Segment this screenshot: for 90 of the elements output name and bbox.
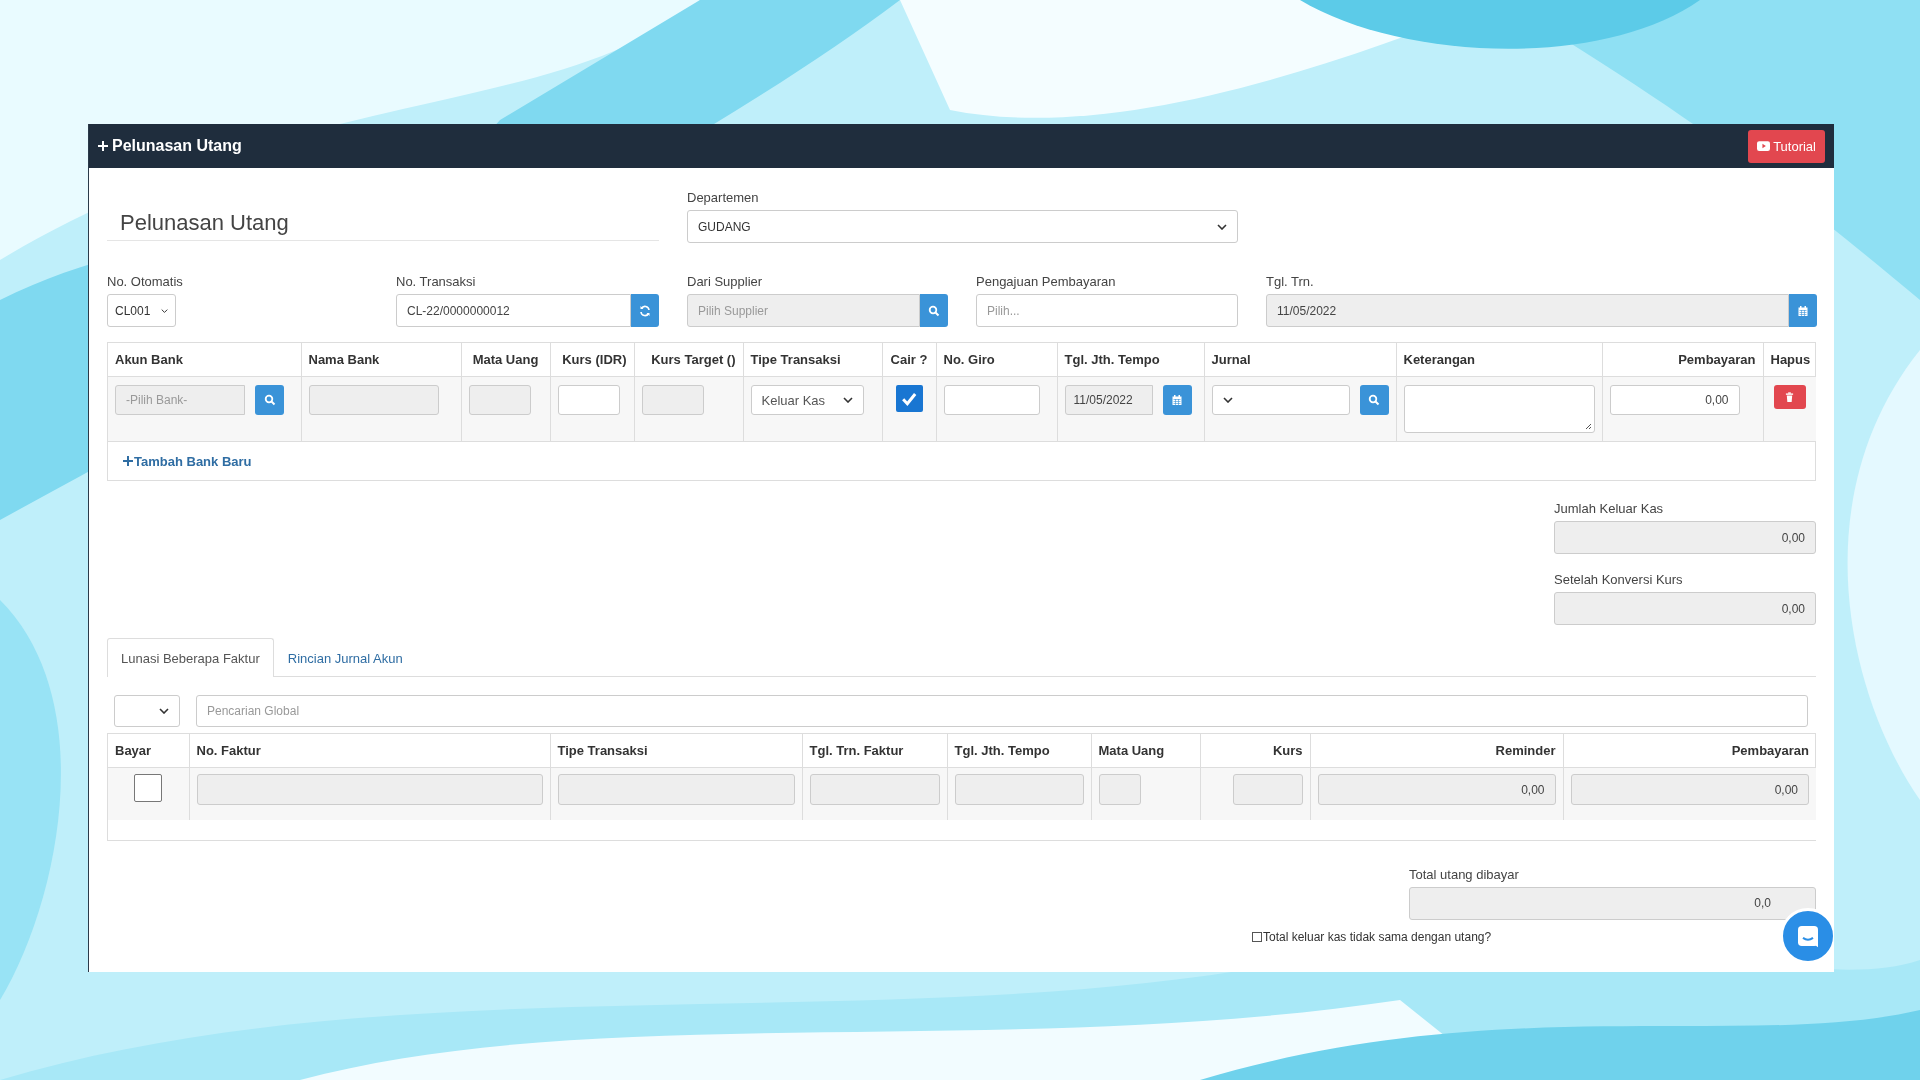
column-header: No. Faktur	[196, 743, 261, 758]
total-field[interactable]: 0,00	[1554, 592, 1816, 625]
number-select[interactable]: CL001	[107, 294, 176, 327]
field-label: Tgl. Trn.	[1266, 274, 1314, 289]
rate-field[interactable]	[557, 385, 620, 415]
target-rate-field[interactable]	[641, 385, 704, 415]
currency-field[interactable]	[468, 385, 531, 415]
column-header: Hapus	[1770, 352, 1811, 367]
chevron-down-icon	[1217, 223, 1227, 230]
window-title: Pelunasan Utang	[112, 137, 242, 155]
column-header: Jurnal	[1211, 352, 1251, 367]
date-field[interactable]: 11/05/2022	[1266, 294, 1789, 327]
search-button[interactable]	[255, 385, 284, 415]
tab[interactable]: Lunasi Beberapa Faktur	[107, 638, 274, 677]
invoice-date-field[interactable]	[809, 774, 940, 805]
chevron-down-icon	[1222, 397, 1233, 403]
trash-icon	[1785, 391, 1795, 403]
field-label: Total utang dibayar	[1409, 866, 1519, 882]
plus-icon	[123, 456, 133, 466]
due-date-field[interactable]	[954, 774, 1084, 805]
note-textarea[interactable]	[1403, 385, 1595, 433]
column-header: No. Giro	[943, 352, 995, 367]
column-header: Nama Bank	[308, 352, 380, 367]
calendar-button[interactable]	[1162, 385, 1192, 415]
payment-field[interactable]: 0,00	[1609, 385, 1740, 415]
transaction-type-field[interactable]	[557, 774, 795, 805]
field-label: Jumlah Keluar Kas	[1554, 501, 1664, 516]
column-header: Mata Uang	[472, 352, 539, 367]
field-label: Departemen	[687, 190, 759, 205]
tutorial-button[interactable]: Tutorial	[1748, 129, 1825, 163]
field-label: Dari Supplier	[687, 274, 763, 289]
refresh-icon	[639, 304, 651, 317]
rate-field[interactable]	[1232, 774, 1303, 805]
chevron-down-icon	[842, 397, 853, 403]
bank-name-field[interactable]	[308, 385, 439, 415]
payment-field[interactable]: 0,00	[1570, 774, 1809, 805]
column-header: Tipe Transaksi	[557, 743, 648, 758]
calendar-button[interactable]	[1789, 294, 1817, 327]
checkbox[interactable]	[895, 385, 923, 412]
due-date-field[interactable]: 11/05/2022	[1064, 385, 1153, 415]
journal-select[interactable]	[1211, 385, 1350, 415]
calendar-icon	[1171, 394, 1183, 406]
giro-number-field[interactable]	[943, 385, 1040, 415]
chevron-down-icon	[159, 708, 169, 714]
column-header: Reminder	[1495, 743, 1556, 758]
column-header: Tgl. Jth. Tempo	[1064, 352, 1160, 367]
resize-grip-icon	[1583, 422, 1592, 430]
field-label: Setelah Konversi Kurs	[1554, 572, 1683, 587]
calendar-icon	[1797, 304, 1809, 317]
reminder-field[interactable]: 0,00	[1317, 774, 1556, 805]
transaction-type-select[interactable]: Keluar Kas	[750, 385, 864, 415]
column-header: Pembayaran	[1678, 352, 1756, 367]
checkbox[interactable]	[134, 774, 163, 802]
column-header: Tipe Transaksi	[750, 352, 841, 367]
column-header: Mata Uang	[1098, 743, 1165, 758]
checkbox[interactable]	[1252, 931, 1262, 942]
column-header: Cair ?	[890, 352, 928, 367]
field-label: No. Transaksi	[396, 274, 476, 289]
column-header: Tgl. Trn. Faktur	[809, 743, 904, 758]
plus-icon	[98, 141, 108, 151]
column-header: Akun Bank	[115, 352, 183, 367]
column-header: Pembayaran	[1731, 743, 1809, 758]
search-button[interactable]	[1359, 385, 1389, 415]
column-header: Kurs Target ()	[651, 352, 736, 367]
department-select[interactable]: GUDANG	[687, 210, 1238, 243]
field-label: Pengajuan Pembayaran	[976, 274, 1116, 289]
search-icon	[1368, 394, 1380, 406]
column-header: Bayar	[115, 743, 152, 758]
play-icon	[1757, 141, 1771, 151]
column-header: Tgl. Jth. Tempo	[954, 743, 1050, 758]
column-header: Kurs	[1272, 743, 1303, 758]
search-icon	[263, 394, 276, 406]
search-icon	[928, 304, 940, 317]
total-paid-field[interactable]: 0,0	[1409, 886, 1816, 920]
total-field[interactable]: 0,00	[1554, 521, 1816, 554]
invoice-number-field[interactable]	[196, 774, 543, 805]
column-header: Kurs (IDR)	[562, 352, 627, 367]
transaction-number-field[interactable]: CL-22/0000000012	[396, 294, 631, 327]
refresh-button[interactable]	[631, 294, 659, 327]
page-size-select[interactable]	[114, 695, 180, 727]
tab[interactable]: Rincian Jurnal Akun	[273, 638, 417, 677]
checkbox-label: Total keluar kas tidak sama dengan utang?	[1263, 929, 1492, 944]
search-button[interactable]	[920, 294, 948, 327]
form-title: Pelunasan Utang	[120, 210, 289, 236]
add-bank-link[interactable]: Tambah Bank Baru	[123, 453, 252, 469]
chevron-down-icon	[161, 307, 168, 314]
field-label: No. Otomatis	[107, 274, 183, 289]
delete-button[interactable]	[1773, 385, 1806, 409]
currency-field[interactable]	[1098, 774, 1141, 805]
column-header: Keterangan	[1403, 352, 1476, 367]
